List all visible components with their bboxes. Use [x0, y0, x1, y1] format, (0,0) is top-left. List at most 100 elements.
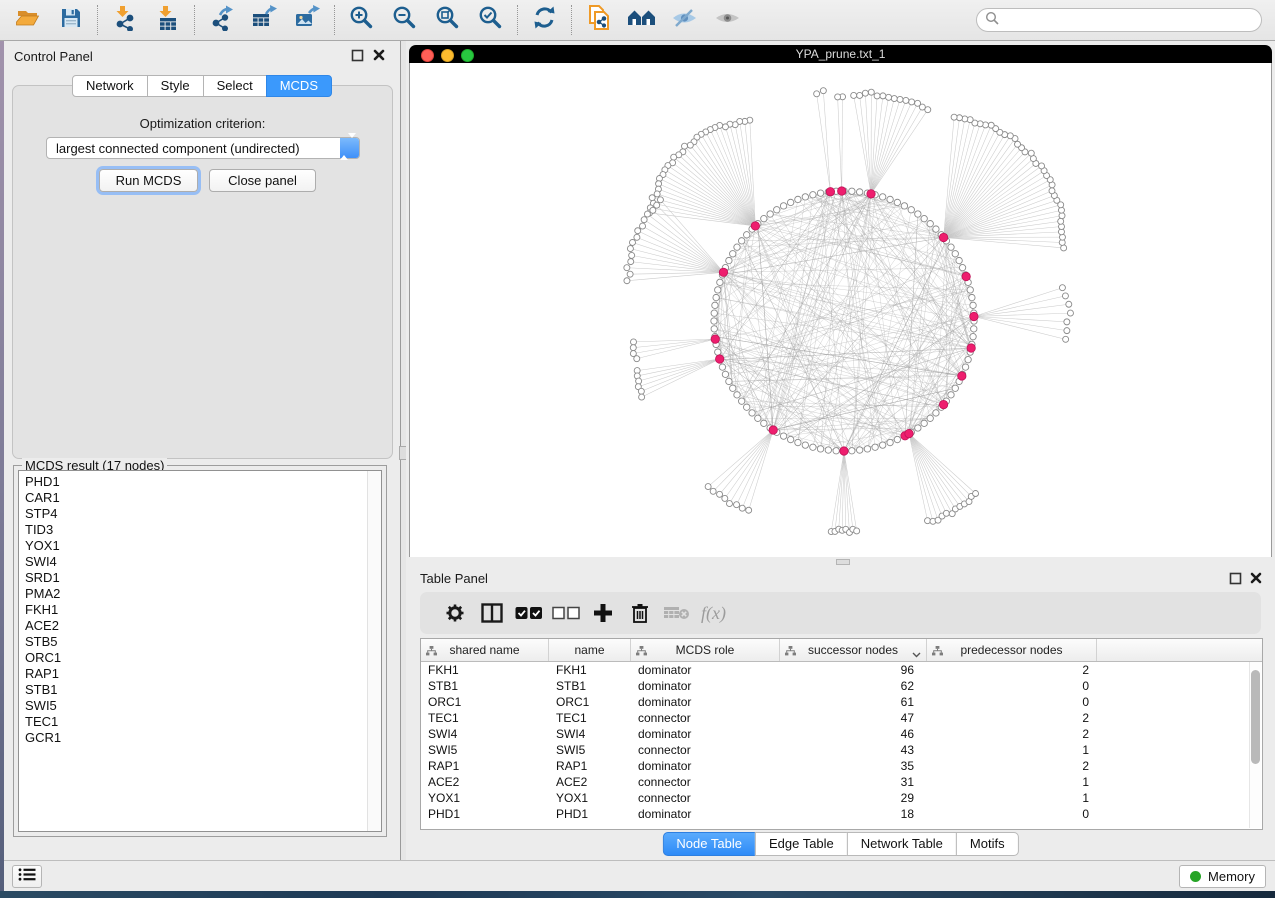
column-header-predecessor-nodes[interactable]: predecessor nodes	[927, 639, 1097, 661]
column-header-name[interactable]: name	[549, 639, 631, 661]
table-row[interactable]: SWI4SWI4dominator462	[421, 726, 1262, 742]
table-scrollbar[interactable]	[1249, 662, 1261, 828]
mcds-result-item[interactable]: YOX1	[25, 538, 381, 554]
task-history-button[interactable]	[12, 865, 42, 888]
zoom-out-button[interactable]	[383, 3, 426, 37]
duplicate-network-button[interactable]	[577, 3, 620, 37]
tab-edge-table[interactable]: Edge Table	[755, 832, 848, 856]
splitter-grip[interactable]	[836, 559, 850, 565]
table-row[interactable]: RAP1RAP1dominator352	[421, 758, 1262, 774]
refresh-button[interactable]	[523, 3, 566, 37]
table-row[interactable]: PHD1PHD1dominator180	[421, 806, 1262, 822]
tab-network-table[interactable]: Network Table	[847, 832, 957, 856]
mcds-result-item[interactable]: STP4	[25, 506, 381, 522]
maximize-window-traffic-light[interactable]	[461, 49, 474, 62]
toolbar-separator	[571, 5, 572, 35]
table-row[interactable]: YOX1YOX1connector291	[421, 790, 1262, 806]
delete-column-button[interactable]	[621, 598, 658, 628]
import-network-button[interactable]	[103, 3, 146, 37]
column-header-successor-nodes[interactable]: successor nodes	[780, 639, 927, 661]
tab-node-table[interactable]: Node Table	[662, 832, 756, 856]
shared-column-icon	[426, 645, 437, 659]
open-file-button[interactable]	[6, 3, 49, 37]
list-icon	[18, 867, 36, 887]
table-tabs: Node Table Edge Table Network Table Moti…	[662, 832, 1018, 856]
column-header-shared-name[interactable]: shared name	[421, 639, 549, 661]
zoom-in-button[interactable]	[340, 3, 383, 37]
mcds-result-item[interactable]: STB5	[25, 634, 381, 650]
first-neighbors-button[interactable]	[620, 3, 663, 37]
float-panel-button[interactable]	[351, 49, 364, 62]
network-graph[interactable]	[410, 63, 1271, 556]
network-canvas[interactable]	[409, 63, 1272, 558]
table-row[interactable]: ACE2ACE2connector311	[421, 774, 1262, 790]
mcds-result-item[interactable]: RAP1	[25, 666, 381, 682]
export-table-button[interactable]	[243, 3, 286, 37]
search-field[interactable]	[976, 8, 1262, 32]
search-input[interactable]	[1004, 12, 1261, 29]
deselect-all-button[interactable]	[547, 598, 584, 628]
float-table-panel-button[interactable]	[1229, 572, 1242, 585]
function-builder-button: f(x)	[695, 598, 732, 628]
mcds-result-item[interactable]: STB1	[25, 682, 381, 698]
search-icon	[985, 11, 999, 30]
tab-select[interactable]: Select	[203, 75, 267, 97]
table-cell: SWI5	[421, 743, 549, 757]
export-image-button[interactable]	[286, 3, 329, 37]
select-all-button[interactable]	[510, 598, 547, 628]
close-panel-button[interactable]	[372, 48, 386, 62]
optimization-criterion-dropdown[interactable]: largest connected component (undirected)	[46, 137, 360, 159]
save-session-button[interactable]	[49, 3, 92, 37]
mcds-result-item[interactable]: TID3	[25, 522, 381, 538]
run-mcds-button[interactable]: Run MCDS	[99, 169, 198, 192]
mcds-result-item[interactable]: CAR1	[25, 490, 381, 506]
table-row[interactable]: STB1STB1dominator620	[421, 678, 1262, 694]
tab-mcds[interactable]: MCDS	[266, 75, 332, 97]
shared-column-icon	[636, 645, 647, 659]
close-panel-button-mcds[interactable]: Close panel	[209, 169, 316, 192]
toolbar-separator	[194, 5, 195, 35]
import-table-button[interactable]	[146, 3, 189, 37]
tab-motifs[interactable]: Motifs	[956, 832, 1019, 856]
add-column-button[interactable]	[584, 598, 621, 628]
table-cell: PHD1	[549, 807, 631, 821]
table-row[interactable]: SWI5SWI5connector431	[421, 742, 1262, 758]
table-cell: ORC1	[549, 695, 631, 709]
zoom-selected-button[interactable]	[469, 3, 512, 37]
column-header-MCDS-role[interactable]: MCDS role	[631, 639, 780, 661]
mcds-result-item[interactable]: PMA2	[25, 586, 381, 602]
mcds-result-item[interactable]: ORC1	[25, 650, 381, 666]
mcds-result-item[interactable]: SWI4	[25, 554, 381, 570]
memory-button[interactable]: Memory	[1179, 865, 1266, 888]
table-cell: 1	[927, 791, 1097, 805]
horizontal-splitter[interactable]	[406, 557, 1275, 566]
table-cell: connector	[631, 791, 780, 805]
memory-label: Memory	[1208, 869, 1255, 884]
table-options-button[interactable]	[436, 598, 473, 628]
table-cell: 62	[780, 679, 927, 693]
mcds-tab-panel: Optimization criterion: largest connecte…	[12, 85, 393, 459]
zoom-fit-button[interactable]	[426, 3, 469, 37]
table-row[interactable]: ORC1ORC1dominator610	[421, 694, 1262, 710]
show-column-button[interactable]	[473, 598, 510, 628]
close-table-panel-button[interactable]	[1249, 571, 1263, 585]
table-row[interactable]: FKH1FKH1dominator962	[421, 662, 1262, 678]
tab-style[interactable]: Style	[147, 75, 204, 97]
mcds-list-scrollbar[interactable]	[367, 471, 381, 831]
close-window-traffic-light[interactable]	[421, 49, 434, 62]
table-scrollbar-thumb[interactable]	[1251, 670, 1260, 764]
export-network-button[interactable]	[200, 3, 243, 37]
mcds-result-item[interactable]: PHD1	[25, 474, 381, 490]
mcds-result-item[interactable]: GCR1	[25, 730, 381, 746]
minimize-window-traffic-light[interactable]	[441, 49, 454, 62]
mcds-result-item[interactable]: SWI5	[25, 698, 381, 714]
table-row[interactable]: TEC1TEC1connector472	[421, 710, 1262, 726]
show-all-button[interactable]	[706, 3, 749, 37]
tab-network[interactable]: Network	[72, 75, 148, 97]
mcds-result-item[interactable]: SRD1	[25, 570, 381, 586]
mcds-result-item[interactable]: TEC1	[25, 714, 381, 730]
mcds-result-item[interactable]: ACE2	[25, 618, 381, 634]
hide-selected-button[interactable]	[663, 3, 706, 37]
mcds-result-item[interactable]: FKH1	[25, 602, 381, 618]
network-window-titlebar[interactable]: YPA_prune.txt_1	[409, 45, 1272, 63]
